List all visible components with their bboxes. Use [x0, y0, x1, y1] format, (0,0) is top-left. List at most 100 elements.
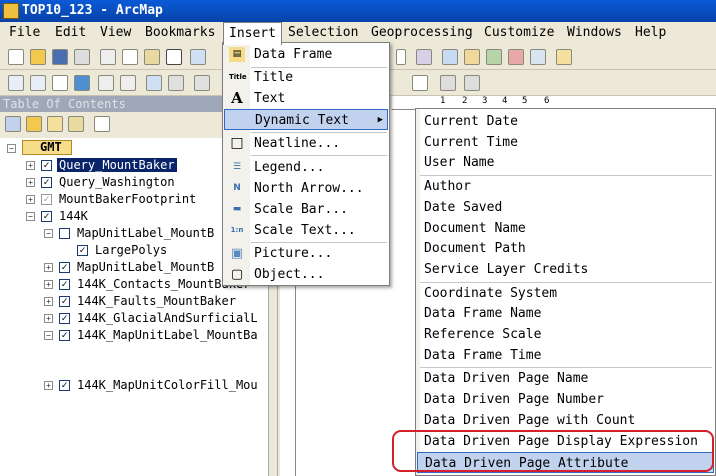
group-layer-name[interactable]: 144K: [59, 208, 88, 225]
submenu-item-ddp-with-count[interactable]: Data Driven Page with Count: [417, 410, 714, 431]
menu-item-picture[interactable]: ▣ Picture...: [224, 243, 388, 264]
layer-name[interactable]: 144K_MapUnitLabel_MountBa: [77, 327, 258, 344]
submenu-item-document-path[interactable]: Document Path: [417, 238, 714, 259]
menu-edit[interactable]: Edit: [50, 22, 91, 44]
menu-item-scale-bar[interactable]: ▬ Scale Bar...: [224, 199, 388, 220]
layer-visibility-checkbox[interactable]: ✓: [41, 194, 52, 205]
submenu-item-document-name[interactable]: Document Name: [417, 218, 714, 239]
measure-icon[interactable]: [440, 75, 456, 91]
submenu-item-current-time[interactable]: Current Time: [417, 132, 714, 153]
collapse-icon[interactable]: −: [44, 331, 53, 340]
list-by-visibility-icon[interactable]: [47, 116, 63, 132]
layer-name[interactable]: MapUnitLabel_MountB: [77, 259, 214, 276]
layer-visibility-checkbox[interactable]: ✓: [41, 160, 52, 171]
paste-icon[interactable]: [144, 49, 160, 65]
back-arrow-icon[interactable]: [146, 75, 162, 91]
layer-visibility-checkbox[interactable]: ✓: [59, 296, 70, 307]
expand-icon[interactable]: +: [44, 263, 53, 272]
list-by-selection-icon[interactable]: [68, 116, 84, 132]
submenu-item-author[interactable]: Author: [417, 176, 714, 197]
layer-name[interactable]: MountBakerFootprint: [59, 191, 196, 208]
fixed-zoom-out-icon[interactable]: [120, 75, 136, 91]
python-icon[interactable]: [508, 49, 524, 65]
pan-hand-icon[interactable]: [52, 75, 68, 91]
table-icon[interactable]: [442, 49, 458, 65]
submenu-item-service-layer-credits[interactable]: Service Layer Credits: [417, 259, 714, 280]
submenu-item-data-frame-name[interactable]: Data Frame Name: [417, 303, 714, 324]
data-frame-name[interactable]: GMT: [40, 139, 62, 156]
copy-icon[interactable]: [122, 49, 138, 65]
save-icon[interactable]: [52, 49, 68, 65]
menu-item-dynamic-text[interactable]: Dynamic Text ▶: [224, 109, 388, 130]
layer-visibility-checkbox[interactable]: ✓: [77, 245, 88, 256]
fixed-zoom-in-icon[interactable]: [98, 75, 114, 91]
delete-icon[interactable]: [166, 49, 182, 65]
layer-visibility-checkbox[interactable]: [59, 228, 70, 239]
layer-visibility-checkbox[interactable]: ✓: [59, 313, 70, 324]
menu-item-north-arrow[interactable]: N North Arrow...: [224, 178, 388, 199]
expand-icon[interactable]: +: [44, 381, 53, 390]
layer-name[interactable]: Query_Washington: [59, 174, 175, 191]
submenu-item-reference-scale[interactable]: Reference Scale: [417, 324, 714, 345]
menu-geoprocessing[interactable]: Geoprocessing: [366, 22, 478, 44]
toolbox-icon[interactable]: [486, 49, 502, 65]
menu-insert[interactable]: Insert: [223, 22, 282, 45]
menu-view[interactable]: View: [95, 22, 136, 44]
forward-arrow-icon[interactable]: [168, 75, 184, 91]
search-window-icon[interactable]: [556, 49, 572, 65]
submenu-item-data-frame-time[interactable]: Data Frame Time: [417, 345, 714, 366]
collapse-icon[interactable]: −: [44, 229, 53, 238]
expand-icon[interactable]: +: [26, 161, 35, 170]
menu-item-text[interactable]: A Text: [224, 88, 388, 109]
layer-visibility-checkbox[interactable]: ✓: [59, 279, 70, 290]
cut-icon[interactable]: [100, 49, 116, 65]
layer-visibility-checkbox[interactable]: ✓: [41, 211, 52, 222]
scale-dropdown-chevron-icon[interactable]: [396, 49, 406, 65]
menu-selection[interactable]: Selection: [283, 22, 363, 44]
menu-help[interactable]: Help: [630, 22, 671, 44]
layer-name[interactable]: LargePolys: [95, 242, 167, 259]
menu-bookmarks[interactable]: Bookmarks: [140, 22, 220, 44]
layer-name[interactable]: MapUnitLabel_MountB: [77, 225, 214, 242]
zoom-in-icon[interactable]: [8, 75, 24, 91]
layer-name[interactable]: 144K_MapUnitColorFill_Mou: [77, 377, 258, 394]
menu-file[interactable]: File: [4, 22, 45, 44]
model-builder-icon[interactable]: [530, 49, 546, 65]
layer-visibility-checkbox[interactable]: ✓: [59, 330, 70, 341]
expand-icon[interactable]: +: [44, 297, 53, 306]
select-features-icon[interactable]: [194, 75, 210, 91]
list-by-source-icon[interactable]: [26, 116, 42, 132]
menu-item-object[interactable]: ▢ Object...: [224, 264, 388, 285]
menu-windows[interactable]: Windows: [562, 22, 627, 44]
editor-icon[interactable]: [416, 49, 432, 65]
submenu-item-date-saved[interactable]: Date Saved: [417, 197, 714, 218]
collapse-icon[interactable]: −: [7, 144, 16, 153]
submenu-item-ddp-number[interactable]: Data Driven Page Number: [417, 389, 714, 410]
expand-icon[interactable]: +: [26, 195, 35, 204]
submenu-item-coordinate-system[interactable]: Coordinate System: [417, 283, 714, 304]
submenu-item-user-name[interactable]: User Name: [417, 152, 714, 173]
layer-visibility-checkbox[interactable]: ✓: [59, 380, 70, 391]
open-folder-icon[interactable]: [30, 49, 46, 65]
layer-name[interactable]: 144K_GlacialAndSurficialL: [77, 310, 258, 327]
submenu-item-ddp-name[interactable]: Data Driven Page Name: [417, 368, 714, 389]
menu-customize[interactable]: Customize: [479, 22, 559, 44]
list-by-drawing-order-icon[interactable]: [5, 116, 21, 132]
layer-name[interactable]: Query_MountBaker: [57, 158, 177, 172]
catalog-icon[interactable]: [464, 49, 480, 65]
zoom-out-icon[interactable]: [30, 75, 46, 91]
expand-icon[interactable]: +: [26, 178, 35, 187]
layer-name[interactable]: 144K_Faults_MountBaker: [77, 293, 236, 310]
menu-item-legend[interactable]: ☰ Legend...: [224, 157, 388, 178]
menu-item-neatline[interactable]: □ Neatline...: [224, 133, 388, 154]
go-to-xy-icon[interactable]: [412, 75, 428, 91]
submenu-item-current-date[interactable]: Current Date: [417, 111, 714, 132]
full-extent-icon[interactable]: [74, 75, 90, 91]
layer-visibility-checkbox[interactable]: ✓: [41, 177, 52, 188]
toc-options-icon[interactable]: [94, 116, 110, 132]
expand-icon[interactable]: +: [44, 314, 53, 323]
menu-item-title[interactable]: Title Title: [224, 67, 388, 88]
new-document-icon[interactable]: [8, 49, 24, 65]
menu-item-data-frame[interactable]: ▤ Data Frame: [224, 44, 388, 65]
hyperlink-icon[interactable]: [464, 75, 480, 91]
